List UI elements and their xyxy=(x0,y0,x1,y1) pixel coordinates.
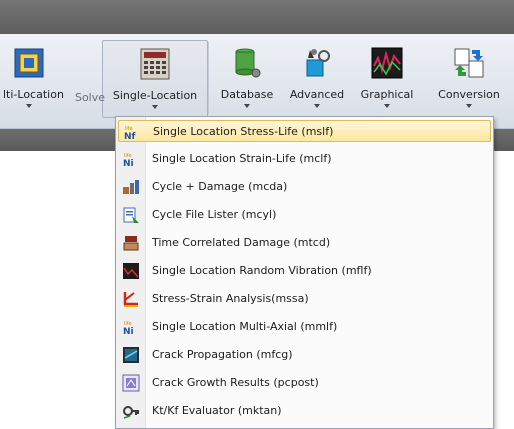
menu-item-crack-growth-results[interactable]: Crack Growth Results (pcpost) xyxy=(118,372,491,394)
file-lister-icon xyxy=(123,207,139,223)
menu-item-label: Single Location Stress-Life (mslf) xyxy=(153,125,334,138)
time-damage-icon xyxy=(123,236,139,251)
menu-item-multi-axial[interactable]: life Ni Single Location Multi-Axial (mml… xyxy=(118,316,491,338)
menu-item-stress-life[interactable]: life Nf Single Location Stress-Life (msl… xyxy=(118,120,491,142)
stress-life-nf-icon: life Nf xyxy=(124,126,136,141)
conversion-button[interactable]: Conversion xyxy=(426,40,512,118)
chevron-down-icon xyxy=(384,104,390,108)
menu-item-crack-propagation[interactable]: Crack Propagation (mfcg) xyxy=(118,344,491,366)
conversion-label: Conversion xyxy=(438,88,500,101)
title-bar xyxy=(0,0,514,34)
random-vibration-icon xyxy=(123,263,139,279)
menu-item-label: Single Location Random Vibration (mflf) xyxy=(152,264,372,277)
advanced-button[interactable]: Advanced xyxy=(284,40,350,118)
menu-item-label: Stress-Strain Analysis(mssa) xyxy=(152,292,309,305)
chevron-down-icon xyxy=(466,104,472,108)
menu-item-label: Single Location Strain-Life (mclf) xyxy=(152,152,332,165)
database-label: Database xyxy=(220,88,274,101)
stress-strain-icon xyxy=(123,292,138,307)
multi-location-button[interactable]: lti-Location xyxy=(0,40,64,118)
menu-item-label: Kt/Kf Evaluator (mktan) xyxy=(152,404,282,417)
menu-item-time-correlated-damage[interactable]: Time Correlated Damage (mtcd) xyxy=(118,232,491,254)
graphical-label: Graphical xyxy=(360,88,414,101)
multi-axial-nf-icon: life Ni xyxy=(123,321,134,336)
svg-text:Ni: Ni xyxy=(123,159,134,168)
menu-item-label: Single Location Multi-Axial (mmlf) xyxy=(152,320,338,333)
multi-location-label: lti-Location xyxy=(3,88,64,101)
crack-results-icon xyxy=(122,374,140,392)
strain-life-nf-icon: life Ni xyxy=(123,153,134,168)
database-button[interactable]: Database xyxy=(212,40,282,118)
advanced-label: Advanced xyxy=(289,88,345,101)
chevron-down-icon xyxy=(26,104,32,108)
ribbon-group-label: Solve xyxy=(74,91,106,104)
calculator-icon xyxy=(140,48,170,80)
crack-propagation-icon xyxy=(123,347,139,363)
kt-kf-evaluator-icon xyxy=(123,406,139,419)
database-icon xyxy=(235,48,261,78)
conversion-icon xyxy=(454,48,484,78)
chevron-down-icon xyxy=(152,105,158,109)
menu-item-kt-kf-evaluator[interactable]: Kt/Kf Evaluator (mktan) xyxy=(118,400,491,422)
menu-item-cycle-file-lister[interactable]: Cycle File Lister (mcyl) xyxy=(118,204,491,226)
svg-text:Ni: Ni xyxy=(123,327,134,336)
menu-item-cycle-damage[interactable]: Cycle + Damage (mcda) xyxy=(118,176,491,198)
chevron-down-icon xyxy=(314,104,320,108)
menu-item-label: Crack Growth Results (pcpost) xyxy=(152,376,319,389)
menu-item-stress-strain-analysis[interactable]: Stress-Strain Analysis(mssa) xyxy=(118,288,491,310)
advanced-tools-icon xyxy=(306,49,330,77)
menu-item-label: Cycle + Damage (mcda) xyxy=(152,180,288,193)
cycle-damage-icon xyxy=(123,180,139,194)
ribbon-group-separator xyxy=(208,42,209,114)
graph-display-icon xyxy=(371,47,403,79)
menu-item-label: Time Correlated Damage (mtcd) xyxy=(152,236,331,249)
multi-location-icon xyxy=(14,48,44,78)
chevron-down-icon xyxy=(244,104,250,108)
menu-item-strain-life[interactable]: life Ni Single Location Strain-Life (mcl… xyxy=(118,148,491,170)
single-location-dropdown-menu: life Nf Single Location Stress-Life (msl… xyxy=(115,116,494,429)
menu-item-random-vibration[interactable]: Single Location Random Vibration (mflf) xyxy=(118,260,491,282)
svg-text:Nf: Nf xyxy=(124,132,136,141)
menu-item-label: Crack Propagation (mfcg) xyxy=(152,348,293,361)
graphical-button[interactable]: Graphical xyxy=(351,40,423,118)
menu-item-label: Cycle File Lister (mcyl) xyxy=(152,208,277,221)
